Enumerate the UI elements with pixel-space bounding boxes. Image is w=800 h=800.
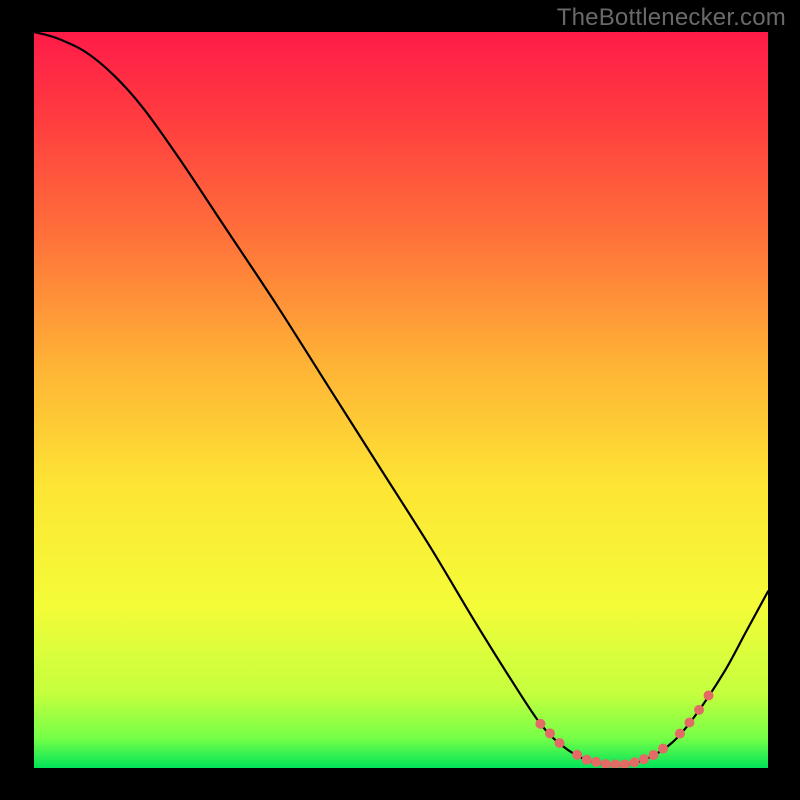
highlight-dot xyxy=(555,738,565,748)
gradient-background xyxy=(34,32,768,768)
chart-svg xyxy=(0,0,800,800)
highlight-dot xyxy=(572,750,582,760)
bottleneck-chart: TheBottlenecker.com xyxy=(0,0,800,800)
highlight-dot xyxy=(601,759,611,769)
highlight-dot xyxy=(591,757,601,767)
highlight-dot xyxy=(694,705,704,715)
highlight-dot xyxy=(658,744,668,754)
highlight-dot xyxy=(704,691,714,701)
watermark-label: TheBottlenecker.com xyxy=(557,4,786,32)
highlight-dot xyxy=(582,755,592,765)
highlight-dot xyxy=(629,757,639,767)
highlight-dot xyxy=(649,750,659,760)
highlight-dot xyxy=(545,728,555,738)
highlight-dot xyxy=(684,717,694,727)
highlight-dot xyxy=(620,759,630,769)
highlight-dot xyxy=(610,759,620,769)
highlight-dot xyxy=(675,729,685,739)
highlight-dot xyxy=(535,719,545,729)
highlight-dot xyxy=(639,754,649,764)
